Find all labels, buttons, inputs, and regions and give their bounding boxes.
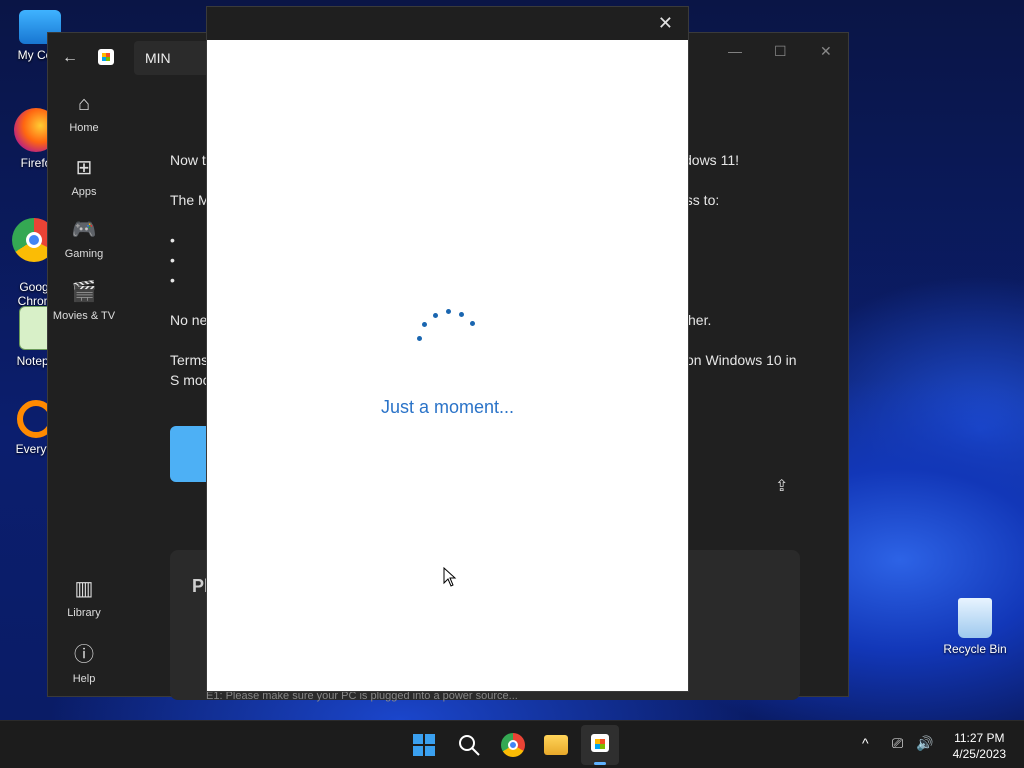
chevron-up-icon[interactable]: ^ [862,735,869,751]
help-icon: ⓘ [74,644,94,666]
bullet: • [170,232,175,248]
sidebar-item-label: Library [67,607,101,619]
sidebar-item-label: Gaming [64,248,104,260]
store-taskbar-button[interactable] [581,725,619,765]
content-line-4-right: on Windows 10 in [686,352,797,368]
get-button[interactable] [170,426,210,482]
share-icon[interactable]: ⇪ [775,476,788,496]
desktop-icon-label: Goog Chron [17,280,51,308]
store-sidebar: ⌂ Home ⊞ Apps 🎮 Gaming 🎬 Movies & TV ▥ L… [48,81,120,685]
sidebar-item-label: Movies & TV [52,310,116,322]
back-arrow-icon[interactable]: ← [62,49,78,67]
loading-spinner-icon [415,305,479,345]
sidebar-item-gaming[interactable]: 🎮 Gaming [48,217,120,260]
sidebar-item-home[interactable]: ⌂ Home [48,93,120,134]
apps-icon: ⊞ [75,157,93,179]
recycle-bin-icon [958,598,992,638]
sidebar-item-apps[interactable]: ⊞ Apps [48,155,120,198]
gaming-icon: 🎮 [71,219,97,241]
desktop-icon-recycle-bin[interactable]: Recycle Bin [935,598,1015,656]
minimize-icon[interactable]: — [728,43,742,59]
network-icon[interactable]: ⎚ [892,735,903,752]
maximize-icon[interactable]: ☐ [774,43,787,60]
close-icon[interactable]: ✕ [658,13,673,34]
taskbar: ^ ⎚ 🔊 11:27 PM 4/25/2023 [0,720,1024,768]
desktop-icon-label: Recycle Bin [943,642,1007,656]
close-window-icon[interactable]: ✕ [820,43,832,60]
sidebar-item-label: Apps [71,186,97,198]
clock[interactable]: 11:27 PM 4/25/2023 [953,730,1006,762]
library-icon: ▥ [74,578,94,600]
sign-in-dialog: ✕ Just a moment... [206,6,689,692]
clock-time: 11:27 PM [954,731,1005,745]
volume-icon[interactable]: 🔊 [916,735,933,752]
search-icon[interactable] [457,733,481,757]
movies-icon: 🎬 [71,281,97,303]
mouse-cursor-icon [443,567,457,587]
search-input[interactable]: MIN [134,41,214,75]
content-line-3-left: No ne [170,312,208,328]
dialog-header: ✕ [207,7,688,40]
sidebar-item-label: Help [72,673,96,685]
sidebar-item-library[interactable]: ▥ Library [48,576,120,619]
home-icon: ⌂ [77,93,91,115]
clock-date: 4/25/2023 [952,747,1006,761]
store-logo-icon [98,49,114,65]
content-line-5-left: S moc [170,372,210,388]
start-icon[interactable] [412,733,436,757]
chrome-icon[interactable] [501,733,525,757]
bullet: • [170,252,175,268]
loading-message: Just a moment... [380,397,515,417]
content-line-1-right: dows 11! [684,152,739,168]
sidebar-item-movies-tv[interactable]: 🎬 Movies & TV [48,279,120,322]
sidebar-item-label: Home [69,122,99,134]
file-explorer-icon[interactable] [544,735,568,755]
sidebar-item-help[interactable]: ⓘ Help [48,638,120,685]
content-line-1-left: Now t [170,152,206,168]
bullet: • [170,272,175,288]
store-icon [591,734,609,752]
content-line-2-left: The M [170,192,210,208]
content-line-4-left: Terms [170,352,209,368]
